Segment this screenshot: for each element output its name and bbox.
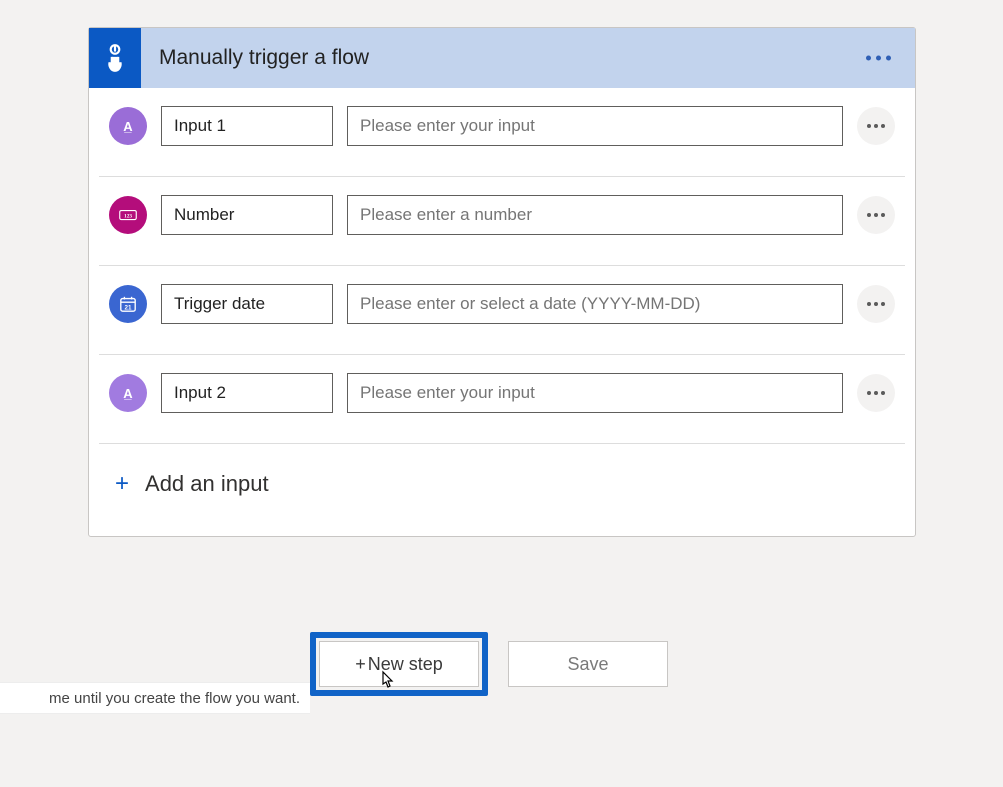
text-input-icon: A̲ <box>109 374 147 412</box>
new-step-highlight: + New step <box>310 632 488 696</box>
cursor-icon <box>376 670 396 700</box>
input-row: 21 <box>99 266 905 355</box>
manual-trigger-icon <box>89 28 141 88</box>
inputs-container: A̲ 123 21 A̲ + <box>89 88 915 536</box>
trigger-header[interactable]: Manually trigger a flow <box>89 28 915 88</box>
add-input-label: Add an input <box>145 471 269 497</box>
new-step-label: New step <box>368 654 443 675</box>
add-input-button[interactable]: + Add an input <box>99 444 905 536</box>
input-name-field[interactable] <box>161 373 333 413</box>
date-input-icon: 21 <box>109 285 147 323</box>
input-row: A̲ <box>99 355 905 444</box>
bottom-button-row: + New step Save <box>310 632 668 696</box>
input-name-field[interactable] <box>161 284 333 324</box>
svg-text:21: 21 <box>124 304 132 311</box>
input-menu-button[interactable] <box>857 196 895 234</box>
input-desc-field[interactable] <box>347 284 843 324</box>
input-menu-button[interactable] <box>857 107 895 145</box>
new-step-button[interactable]: + New step <box>319 641 479 687</box>
input-desc-field[interactable] <box>347 373 843 413</box>
text-input-icon: A̲ <box>109 107 147 145</box>
input-row: 123 <box>99 177 905 266</box>
input-name-field[interactable] <box>161 106 333 146</box>
trigger-card: Manually trigger a flow A̲ 123 21 <box>88 27 916 537</box>
input-menu-button[interactable] <box>857 374 895 412</box>
input-name-field[interactable] <box>161 195 333 235</box>
trigger-title: Manually trigger a flow <box>159 46 369 70</box>
save-label: Save <box>567 654 608 675</box>
plus-icon: + <box>355 654 366 675</box>
trigger-menu-button[interactable] <box>860 50 897 67</box>
input-row: A̲ <box>99 88 905 177</box>
hint-text: me until you create the flow you want. <box>0 682 310 714</box>
input-desc-field[interactable] <box>347 195 843 235</box>
plus-icon: + <box>115 470 129 498</box>
input-menu-button[interactable] <box>857 285 895 323</box>
svg-text:123: 123 <box>124 213 132 219</box>
input-desc-field[interactable] <box>347 106 843 146</box>
number-input-icon: 123 <box>109 196 147 234</box>
save-button[interactable]: Save <box>508 641 668 687</box>
